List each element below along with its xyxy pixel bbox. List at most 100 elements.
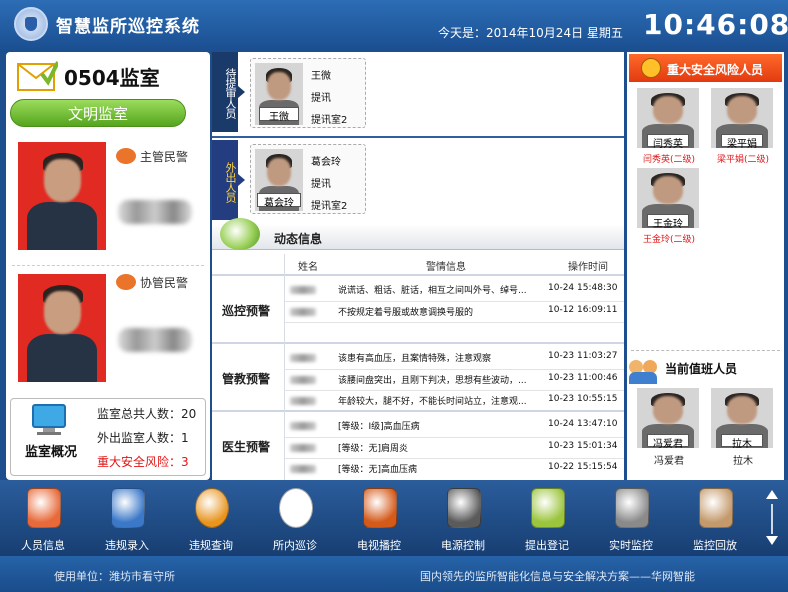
table-row[interactable]: 不按规定着号服或故意调换号服的 10-12 16:09:11 (284, 301, 624, 321)
tab-outside[interactable]: 外出人员 (212, 140, 238, 220)
outside-name: 葛会玲 (311, 157, 341, 168)
room-number: 0504监室 (64, 66, 160, 90)
toolbar-3[interactable]: 违规查询 (168, 480, 254, 556)
bottom-toolbar: 人员信息 违规录入 违规查询 所内巡诊 电视播控 电源控制 提出登记 实时监控 监控回放 (0, 480, 788, 556)
chief-officer-label: 主管民警 (140, 150, 189, 164)
category-label: 管教预警 (222, 372, 271, 386)
table-row[interactable]: 说谎话、粗话、脏话，相互之间叫外号、绰号... 10-24 15:48:30 (284, 280, 624, 300)
row-info: [等级：无]高血压病 (338, 465, 418, 475)
toolbar-label: 人员信息 (21, 539, 65, 552)
blurred-name (290, 354, 316, 362)
scroll-down-icon[interactable] (766, 536, 778, 545)
name-plate: 拉木 (721, 434, 763, 450)
chat-icon (116, 148, 136, 164)
row-time: 10-23 10:55:15 (548, 394, 618, 404)
civil-cell-button[interactable]: 文明监室 (10, 99, 186, 127)
toolbar-1[interactable]: 人员信息 (0, 480, 86, 556)
duty-person-card[interactable]: 拉木 拉木 (709, 388, 777, 468)
toolbar-scroll[interactable] (764, 488, 780, 548)
footer-unit: 使用单位：潍坊市看守所 (54, 570, 175, 583)
duty-title: 当前值班人员 (665, 362, 738, 376)
risk-person-card[interactable]: 王金玲 王金玲(二级) (635, 168, 703, 246)
dynamic-info-title: 动态信息 (274, 232, 323, 246)
toolbar-2[interactable]: 违规录入 (84, 480, 170, 556)
pending-name: 王微 (311, 71, 331, 82)
row-info: [等级：无]肩周炎 (338, 444, 409, 454)
table-row[interactable]: [等级：无]高血压病 10-22 15:15:54 (284, 458, 624, 478)
footer-slogan: 国内领先的监所智能化信息与安全解决方案——华网智能 (420, 570, 695, 583)
group-divider (212, 274, 624, 276)
toolbar-5[interactable]: 电视播控 (336, 480, 422, 556)
column-name: 姓名 (298, 262, 318, 273)
risk-person-label: 梁平娟(二级) (716, 155, 770, 165)
assist-officer-photo[interactable] (18, 274, 106, 382)
outside-room: 提讯室2 (311, 201, 348, 212)
toolbar-label: 电视播控 (357, 539, 401, 552)
table-row[interactable]: 该腰间盘突出，且刚下判决，思想有些波动，... 10-23 11:00:46 (284, 369, 624, 389)
table-separator (284, 254, 285, 480)
toolbar-label: 违规录入 (105, 539, 149, 552)
assist-officer-name (118, 328, 192, 352)
register-icon (531, 488, 565, 528)
playback-icon (699, 488, 733, 528)
duty-person-card[interactable]: 冯爱君 冯爱君 (635, 388, 703, 468)
arrow-right-icon (238, 86, 245, 98)
divider (631, 350, 780, 351)
risk-count: 重大安全风险：3 (97, 455, 189, 469)
duty-person-label: 拉木 (733, 456, 753, 467)
risk-person-card[interactable]: 闫秀英 闫秀英(二级) (635, 88, 703, 166)
risk-title: 重大安全风险人员 (667, 63, 764, 77)
assist-officer-label: 协管民警 (140, 276, 189, 290)
row-time: 10-23 15:01:34 (548, 441, 618, 451)
camera-icon (615, 488, 649, 528)
table-row[interactable] (284, 322, 624, 342)
toolbar-9[interactable]: 监控回放 (672, 480, 758, 556)
toolbar-8[interactable]: 实时监控 (588, 480, 674, 556)
toolbar-label: 监控回放 (693, 539, 737, 552)
column-time: 操作时间 (568, 262, 608, 273)
table-row[interactable]: 该患有高血压，且案情特殊，注意观察 10-23 11:03:27 (284, 348, 624, 368)
row-time: 10-12 16:09:11 (548, 305, 618, 315)
table-row[interactable]: 年龄较大，腿不好，不能长时间站立，注意观... 10-23 10:55:15 (284, 390, 624, 410)
risk-header: 重大安全风险人员 (629, 54, 782, 82)
cell-overview: 监室概况 监室总共人数：20 外出监室人数：1 重大安全风险：3 (10, 398, 206, 476)
footer: 使用单位：潍坊市看守所 国内领先的监所智能化信息与安全解决方案——华网智能 (0, 556, 788, 592)
row-time: 10-24 13:47:10 (548, 419, 618, 429)
table-row[interactable]: [等级：无]肩周炎 10-23 15:01:34 (284, 437, 624, 457)
risk-person-label: 王金玲(二级) (642, 235, 696, 245)
right-panel: 重大安全风险人员 当前值班人员 闫秀英 闫秀英(二级) 梁平娟 梁平娟(二级) 王金玲王… (627, 52, 784, 480)
overview-title: 监室概况 (25, 445, 78, 460)
scroll-up-icon[interactable] (766, 490, 778, 499)
toolbar-label: 实时监控 (609, 539, 653, 552)
blurred-name (290, 376, 316, 384)
clock-alert-icon (195, 488, 229, 528)
pending-person-card[interactable]: 王微 王微 提讯 提讯室2 (250, 58, 366, 128)
risk-person-label: 闫秀英(二级) (642, 155, 696, 165)
arrow-right-icon (238, 174, 245, 186)
outside-person-card[interactable]: 葛会玲 葛会玲 提讯 提讯室2 (250, 144, 366, 214)
cell-panel: 0504监室 文明监室 主管民警 协管民警 监室概况 监室总共人数：20 外出监… (6, 52, 210, 480)
toolbar-7[interactable]: 提出登记 (504, 480, 590, 556)
doctor-icon (279, 488, 313, 528)
name-plate: 冯爱君 (647, 434, 689, 450)
row-info: 该患有高血压，且案情特殊，注意观察 (338, 354, 492, 364)
row-time: 10-22 15:15:54 (548, 462, 618, 472)
toolbar-4[interactable]: 所内巡诊 (252, 480, 338, 556)
table-row[interactable]: [等级：Ⅰ级]高血压病 10-24 13:47:10 (284, 416, 624, 436)
chief-officer-name (118, 200, 192, 224)
duty-person-label: 冯爱君 (654, 456, 684, 467)
pending-room: 提讯室2 (311, 115, 348, 126)
row-info: 说谎话、粗话、脏话，相互之间叫外号、绰号... (338, 286, 527, 296)
toolbar-6[interactable]: 电源控制 (420, 480, 506, 556)
blurred-name (290, 444, 316, 452)
name-plate: 葛会玲 (257, 193, 301, 209)
people-icon (27, 488, 61, 528)
chief-officer-photo[interactable] (18, 142, 106, 250)
toolbar-label: 提出登记 (525, 539, 569, 552)
divider (12, 265, 204, 266)
category-label: 医生预警 (222, 440, 271, 454)
divider (212, 136, 624, 138)
monitor-icon (32, 404, 66, 435)
risk-person-card[interactable]: 梁平娟 梁平娟(二级) (709, 88, 777, 166)
tab-pending[interactable]: 待提审人员 (212, 52, 238, 132)
